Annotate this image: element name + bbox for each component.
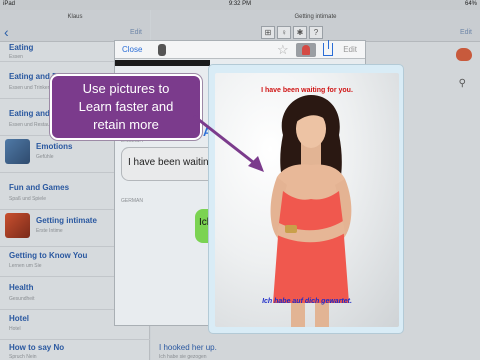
- list-item-title: Eating: [9, 43, 34, 52]
- star-icon[interactable]: ☆: [277, 42, 289, 58]
- list-item-subtitle: Essen und Trinken: [9, 85, 51, 91]
- list-item-title: How to say No: [9, 343, 65, 352]
- clock: 9:32 PM: [228, 1, 252, 7]
- left-edit-button[interactable]: Edit: [130, 29, 142, 36]
- photo-thumbnail-icon: [302, 45, 310, 55]
- share-icon[interactable]: [323, 40, 333, 56]
- list-item-title: Getting to Know You: [9, 251, 88, 260]
- back-chevron-icon[interactable]: ‹: [4, 24, 9, 40]
- phrase-row-subtitle: Ich habe sie gezogen: [159, 354, 207, 360]
- brain-icon[interactable]: [456, 48, 472, 61]
- left-nav-title: Klaus: [67, 14, 83, 20]
- picture-popover: I have been waiting for you. Ich habe au…: [208, 64, 404, 334]
- list-item-title: Fun and Games: [9, 183, 70, 192]
- search-icon[interactable]: ⚲: [459, 78, 466, 89]
- toolbar-settings-icon[interactable]: ✱: [293, 26, 307, 39]
- photo-caption-german: Ich habe auf dich gewartet.: [262, 298, 352, 305]
- list-item-subtitle: Erste Intime: [36, 228, 63, 234]
- list-item[interactable]: How to say No Spruch Nein: [0, 340, 150, 360]
- callout-line-1: Use pictures to: [82, 81, 170, 96]
- list-item-title: Hotel: [9, 314, 29, 323]
- feature-callout: Use pictures to Learn faster and retain …: [50, 74, 202, 140]
- status-bar: iPad 9:32 PM 64%: [0, 0, 480, 10]
- list-item-subtitle: Spruch Nein: [9, 354, 37, 360]
- toolbar-help-icon[interactable]: ?: [309, 26, 323, 39]
- toolbar-pin-icon[interactable]: ♀: [277, 26, 291, 39]
- left-navbar: Klaus ‹ Edit: [0, 10, 150, 42]
- close-button[interactable]: Close: [122, 45, 142, 54]
- list-item-title: Getting intimate: [36, 216, 97, 225]
- list-item-subtitle: Hotel: [9, 326, 21, 332]
- card-edit-button[interactable]: Edit: [343, 45, 357, 54]
- toolbar-tool-icon[interactable]: ⊞: [261, 26, 275, 39]
- picture-button[interactable]: [296, 43, 316, 57]
- callout-line-3: retain more: [93, 117, 159, 132]
- callout-arrow-icon: [193, 114, 264, 172]
- photo-caption-english: I have been waiting for you.: [261, 87, 353, 94]
- right-navbar: Getting intimate ⊞ ♀ ✱ ? Edit: [151, 10, 480, 42]
- callout-line-2: Learn faster and: [78, 99, 174, 114]
- microphone-icon[interactable]: [158, 44, 166, 56]
- emotions-thumbnail: [5, 139, 30, 164]
- list-item-subtitle: Essen: [9, 54, 23, 60]
- phrase-row-title[interactable]: I hooked her up.: [159, 343, 217, 352]
- right-nav-title: Getting intimate: [294, 14, 337, 20]
- screen: iPad 9:32 PM 64% Klaus ‹ Edit Eating Ess…: [0, 0, 480, 360]
- battery-percent: 64%: [464, 1, 477, 7]
- list-item-title: Health: [9, 283, 34, 292]
- list-item-subtitle: Gefühle: [36, 154, 54, 160]
- list-item-subtitle: Spaß und Spiele: [9, 196, 46, 202]
- getting-intimate-thumbnail: [5, 213, 30, 238]
- card-image-strip: [115, 60, 210, 66]
- card-toolbar: Close ☆ Edit: [115, 40, 365, 59]
- german-label: GERMAN: [121, 198, 143, 204]
- right-edit-button[interactable]: Edit: [460, 29, 472, 36]
- list-item-title: Emotions: [36, 142, 73, 151]
- list-item-subtitle: Lernen um Sie: [9, 263, 42, 269]
- list-item-subtitle: Gesundheit: [9, 296, 35, 302]
